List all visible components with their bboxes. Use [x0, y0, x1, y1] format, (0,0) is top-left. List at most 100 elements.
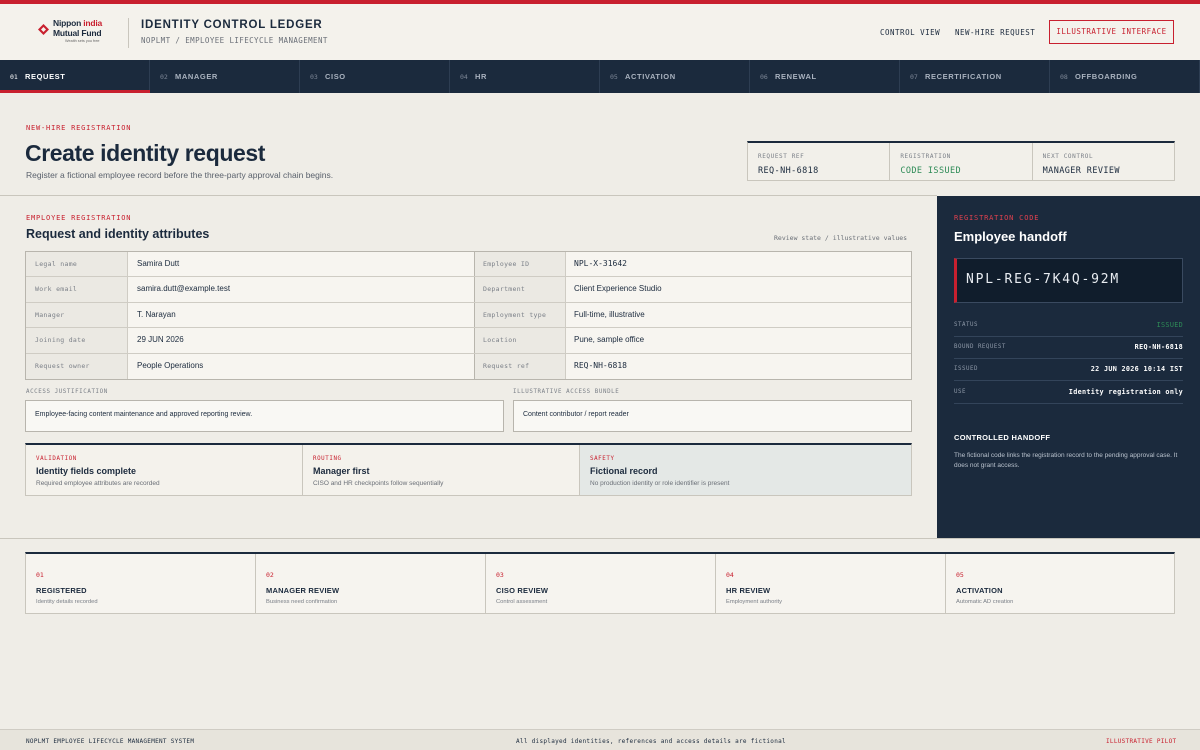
field-label: Department [475, 277, 566, 302]
review-note: Review state / illustrative values [774, 234, 908, 242]
section-divider [0, 538, 1200, 539]
legal-name-value[interactable]: Samira Dutt [128, 252, 475, 277]
step-number: 03 [496, 571, 504, 579]
manager-value[interactable]: T. Narayan [128, 302, 475, 328]
tab-label: CISO [325, 72, 346, 81]
issued-value: 22 JUN 2026 10:14 IST [1090, 365, 1183, 373]
check-eyebrow: SAFETY [590, 456, 615, 462]
page-title: Create identity request [25, 140, 266, 166]
use-value: Identity registration only [1068, 388, 1183, 396]
nav-control-view[interactable]: CONTROL VIEW [880, 28, 940, 37]
summary-label: REQUEST REF [758, 153, 805, 160]
logo-mark-icon [38, 24, 49, 35]
tab-label: ACTIVATION [625, 72, 676, 81]
tab-ciso[interactable]: 03 CISO [300, 60, 450, 93]
tab-manager[interactable]: 02 MANAGER [150, 60, 300, 93]
approval-steps: 01 REGISTERED Identity details recorded … [25, 552, 1175, 614]
hero-divider [0, 195, 937, 196]
step-number: 05 [956, 571, 964, 579]
brand-logo[interactable]: Nippon india Mutual Fund Wealth sets you… [38, 18, 108, 48]
location-value[interactable]: Pune, sample office [566, 328, 911, 352]
row-label: STATUS [954, 322, 978, 328]
logo-line-1: Nippon india [53, 18, 103, 28]
controlled-handoff-text: The fictional code links the registratio… [954, 452, 1178, 469]
check-title: Identity fields complete [36, 466, 137, 476]
tab-label: RENEWAL [775, 72, 817, 81]
status-value: ISSUED [1156, 321, 1183, 329]
header-divider [128, 18, 129, 48]
check-description: Required employee attributes are recorde… [36, 480, 160, 487]
tab-offboarding[interactable]: 08 OFFBOARDING [1050, 60, 1200, 93]
tab-request[interactable]: 01 REQUEST [0, 60, 150, 93]
hero-eyebrow: NEW-HIRE REGISTRATION [26, 124, 132, 132]
step-ciso-review[interactable]: 03 CISO REVIEW Control assessment [486, 554, 716, 613]
table-row: Request owner People Operations Request … [26, 353, 911, 379]
check-eyebrow: ROUTING [313, 456, 342, 462]
registration-code: NPL-REG-7K4Q-92M [966, 272, 1121, 287]
table-row: Joining date 29 JUN 2026 Location Pune, … [26, 328, 911, 354]
check-title: Manager first [313, 466, 370, 476]
request-owner-value[interactable]: People Operations [128, 353, 475, 379]
check-validation: VALIDATION Identity fields complete Requ… [26, 445, 303, 495]
field-label: Work email [26, 277, 128, 302]
tab-number: 03 [310, 73, 318, 81]
step-hr-review[interactable]: 04 HR REVIEW Employment authority [716, 554, 946, 613]
field-label: Request owner [26, 353, 128, 379]
row-label: USE [954, 389, 966, 395]
employee-handoff-panel: REGISTRATION CODE Employee handoff NPL-R… [937, 196, 1200, 538]
validation-checks: VALIDATION Identity fields complete Requ… [25, 443, 912, 496]
department-value[interactable]: Client Experience Studio [566, 277, 911, 301]
request-ref-value[interactable]: REQ-NH-6818 [566, 354, 911, 379]
table-row: Legal name Samira Dutt Employee ID NPL-X… [26, 252, 911, 278]
step-registered[interactable]: 01 REGISTERED Identity details recorded [26, 554, 256, 613]
illustrative-interface-badge[interactable]: ILLUSTRATIVE INTERFACE [1049, 20, 1174, 44]
step-manager-review[interactable]: 02 MANAGER REVIEW Business need confirma… [256, 554, 486, 613]
step-activation[interactable]: 05 ACTIVATION Automatic AD creation [946, 554, 1174, 613]
summary-value: REQ-NH-6818 [758, 166, 819, 176]
tab-number: 04 [460, 73, 468, 81]
table-row: Manager T. Narayan Employment type Full-… [26, 302, 911, 329]
work-email-value[interactable]: samira.dutt@example.test [128, 277, 475, 302]
employee-id-value[interactable]: NPL-X-31642 [566, 252, 911, 276]
step-description: Business need confirmation [266, 599, 338, 605]
logo-line-2: Mutual Fund [53, 28, 102, 38]
field-label: Employee ID [475, 252, 566, 277]
access-bundle-field[interactable]: Content contributor / report reader [513, 400, 912, 432]
summary-label: REGISTRATION [900, 153, 951, 160]
section-eyebrow: EMPLOYEE REGISTRATION [26, 214, 132, 222]
field-label: Employment type [475, 302, 566, 328]
employment-type-value[interactable]: Full-time, illustrative [566, 303, 911, 327]
tab-hr[interactable]: 04 HR [450, 60, 600, 93]
summary-label: NEXT CONTROL [1042, 153, 1094, 160]
tab-renewal[interactable]: 06 RENEWAL [750, 60, 900, 93]
joining-date-value[interactable]: 29 JUN 2026 [128, 328, 475, 353]
summary-value: CODE ISSUED [900, 166, 962, 176]
bound-request-value: REQ-NH-6818 [1134, 343, 1183, 351]
summary-registration: REGISTRATION CODE ISSUED [890, 143, 1033, 180]
tab-label: HR [475, 72, 488, 81]
step-title: MANAGER REVIEW [266, 586, 340, 595]
summary-value: MANAGER REVIEW [1042, 166, 1120, 176]
step-description: Control assessment [496, 599, 548, 605]
check-title: Fictional record [590, 466, 658, 476]
nav-new-hire-request[interactable]: NEW-HIRE REQUEST [955, 28, 1035, 37]
panel-title: Employee handoff [954, 229, 1067, 244]
tab-number: 06 [760, 73, 768, 81]
summary-next-control: NEXT CONTROL MANAGER REVIEW [1033, 143, 1174, 180]
registration-code-box[interactable]: NPL-REG-7K4Q-92M [954, 258, 1183, 303]
section-title: Request and identity attributes [26, 227, 210, 241]
issued-row: ISSUED 22 JUN 2026 10:14 IST [954, 359, 1183, 381]
status-row: STATUS ISSUED [954, 315, 1183, 337]
step-number: 04 [726, 571, 734, 579]
tab-activation[interactable]: 05 ACTIVATION [600, 60, 750, 93]
step-title: HR REVIEW [726, 586, 771, 595]
app-subtitle: NOPLMT / EMPLOYEE LIFECYCLE MANAGEMENT [141, 36, 328, 45]
check-description: No production identity or role identifie… [590, 480, 730, 487]
justification-field[interactable]: Employee-facing content maintenance and … [25, 400, 504, 432]
tab-label: RECERTIFICATION [925, 72, 1002, 81]
summary-request-ref: REQUEST REF REQ-NH-6818 [748, 143, 891, 180]
check-routing: ROUTING Manager first CISO and HR checkp… [303, 445, 580, 495]
check-description: CISO and HR checkpoints follow sequentia… [313, 480, 444, 487]
page-footer: NOPLMT EMPLOYEE LIFECYCLE MANAGEMENT SYS… [0, 729, 1200, 750]
tab-recertification[interactable]: 07 RECERTIFICATION [900, 60, 1050, 93]
